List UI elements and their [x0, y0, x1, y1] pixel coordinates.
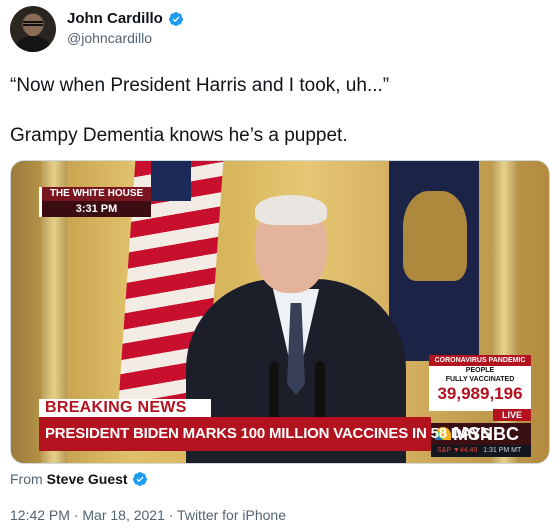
- news-chyron: PRESIDENT BIDEN MARKS 100 MILLION VACCIN…: [39, 417, 491, 451]
- vaccination-count: 39,989,196: [437, 384, 523, 403]
- tweet-timestamp[interactable]: 12:42 PM · Mar 18, 2021 · Twitter for iP…: [10, 507, 286, 523]
- author-display-name[interactable]: John Cardillo: [67, 10, 163, 27]
- video-media[interactable]: THE WHITE HOUSE 3:31 PM CORONAVIRUS PAND…: [10, 160, 550, 464]
- tweet-text-line-1: “Now when President Harris and I took, u…: [10, 75, 390, 96]
- vaccination-box-line-2: FULLY VACCINATED: [445, 376, 515, 383]
- tweet-text-line-2: Grampy Dementia knows he’s a puppet.: [10, 125, 348, 146]
- verified-badge-icon: [168, 11, 183, 26]
- tweet-header: John Cardillo @johncardillo: [10, 6, 550, 56]
- ticker-time: 1:31 PM MT: [483, 447, 522, 454]
- breaking-news-label: BREAKING NEWS: [39, 399, 211, 417]
- market-ticker: S&P ▼44.49 1:31 PM MT: [431, 445, 531, 457]
- attribution-prefix: From: [10, 471, 43, 487]
- media-attribution: From Steve Guest: [10, 471, 148, 487]
- ticker-index: S&P ▼44.49: [437, 447, 478, 454]
- avatar[interactable]: [10, 6, 56, 52]
- presidential-seal: [403, 191, 467, 281]
- location-bug-title: THE WHITE HOUSE: [42, 187, 151, 201]
- vaccination-box-line-1: PEOPLE: [465, 367, 495, 374]
- location-bug: THE WHITE HOUSE 3:31 PM: [39, 187, 151, 217]
- attribution-source-link[interactable]: Steve Guest: [47, 471, 128, 487]
- speaker-hair: [255, 195, 327, 225]
- vaccination-box-header: CORONAVIRUS PANDEMIC: [429, 355, 531, 366]
- author-handle[interactable]: @johncardillo: [67, 30, 152, 46]
- location-bug-time: 3:31 PM: [42, 201, 151, 217]
- us-flag-canton: [151, 161, 191, 201]
- author-name-row[interactable]: John Cardillo: [67, 10, 184, 27]
- verified-badge-icon: [132, 472, 147, 486]
- live-badge: LIVE: [493, 409, 531, 421]
- vaccination-box: CORONAVIRUS PANDEMIC PEOPLE FULLY VACCIN…: [429, 355, 531, 411]
